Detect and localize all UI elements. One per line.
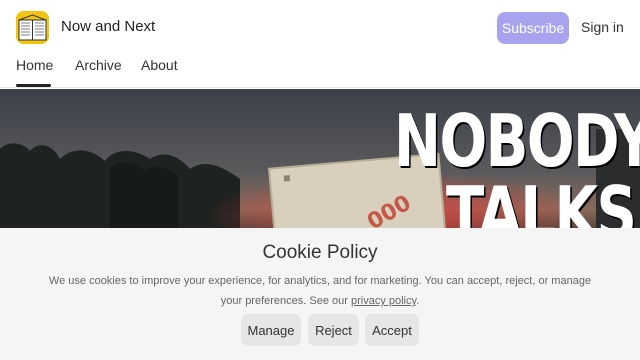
- hero-image[interactable]: 000 NOBODY TALKS: [0, 89, 640, 239]
- cookie-banner: Cookie Policy We use cookies to improve …: [0, 228, 640, 360]
- cookie-description: We use cookies to improve your experienc…: [40, 271, 600, 311]
- cookie-text-part2: .: [416, 295, 420, 307]
- subscribe-button[interactable]: Subscribe: [497, 12, 569, 44]
- publication-name[interactable]: Now and Next: [61, 18, 155, 35]
- nav-about[interactable]: About: [141, 57, 178, 73]
- site-header: Now and Next Subscribe Sign in Home Arch…: [0, 0, 640, 88]
- cookie-text-part1: We use cookies to improve your experienc…: [48, 275, 592, 307]
- privacy-policy-link[interactable]: privacy policy: [351, 295, 416, 307]
- reject-button[interactable]: Reject: [308, 314, 359, 346]
- cookie-title: Cookie Policy: [262, 242, 378, 263]
- logo-icon: [16, 11, 49, 44]
- publication-logo[interactable]: [16, 11, 49, 44]
- sign-in-link[interactable]: Sign in: [581, 19, 624, 35]
- nav-active-indicator: [16, 84, 51, 87]
- nav-archive[interactable]: Archive: [75, 57, 122, 73]
- manage-button[interactable]: Manage: [241, 314, 301, 346]
- nav-home[interactable]: Home: [16, 57, 53, 73]
- accept-button[interactable]: Accept: [365, 314, 419, 346]
- hero-headline-line1: NOBODY: [394, 99, 640, 183]
